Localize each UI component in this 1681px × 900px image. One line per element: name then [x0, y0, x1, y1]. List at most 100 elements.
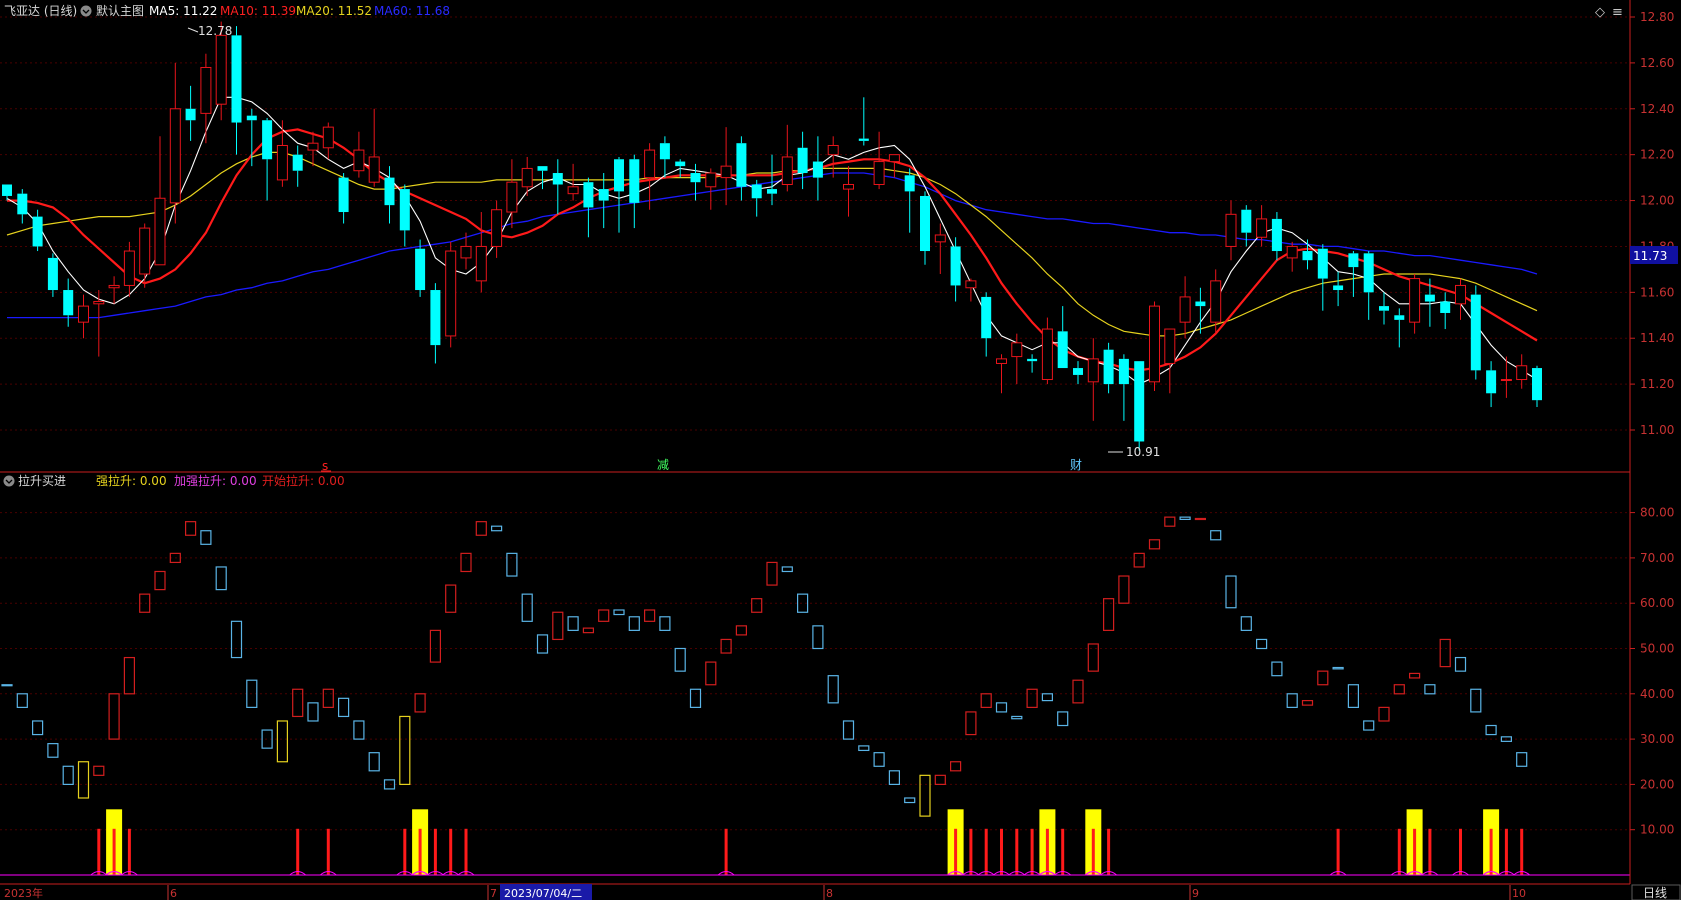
start-pull-spike — [969, 828, 973, 875]
period-button-label[interactable]: 日线 — [1643, 886, 1667, 900]
candle-body — [1516, 365, 1528, 381]
price-tick-label: 12.20 — [1640, 148, 1674, 162]
candle-body — [307, 142, 319, 151]
candle-body — [445, 250, 457, 337]
candle-body — [262, 120, 273, 160]
start-pull-spike — [1091, 828, 1095, 875]
candle-body — [873, 161, 885, 185]
candle-body — [215, 34, 227, 105]
candle-body — [384, 177, 395, 206]
indicator-name[interactable]: 拉升买进 — [18, 473, 66, 488]
candle-body — [675, 161, 686, 167]
candle-body — [399, 189, 410, 231]
candle-body — [767, 189, 777, 194]
candle-body — [1057, 331, 1068, 369]
candle[interactable] — [1134, 361, 1145, 451]
candle-body — [644, 149, 656, 179]
candle-body — [904, 175, 915, 192]
start-pull-spike — [464, 828, 468, 875]
candle-body — [1532, 368, 1542, 401]
start-pull-spike — [97, 828, 101, 875]
candle-body — [1149, 305, 1160, 383]
candle-body — [1302, 251, 1313, 261]
price-tick-label: 11.20 — [1640, 377, 1674, 391]
candle-body — [920, 195, 930, 252]
time-label-aug: 8 — [826, 887, 833, 900]
stock-chart-canvas: 12.8012.6012.4012.2012.0011.8011.6011.40… — [0, 0, 1681, 900]
candle-body — [1087, 358, 1099, 383]
candle-body — [47, 257, 58, 291]
event-marker-finance[interactable]: 财 — [1070, 458, 1082, 472]
start-pull-spike — [1504, 828, 1508, 875]
stock-title[interactable]: 飞亚达 (日线) — [4, 4, 77, 18]
menu-icon[interactable]: ≡ — [1612, 5, 1623, 20]
candle[interactable] — [445, 241, 457, 348]
candle-body — [353, 149, 365, 172]
candle-body — [506, 181, 518, 213]
candle-body — [797, 147, 808, 174]
candle-body — [720, 165, 732, 179]
diamond-icon[interactable]: ◇ — [1595, 5, 1605, 20]
candle-body — [108, 284, 120, 289]
candle-body — [460, 245, 472, 259]
candle-body — [614, 159, 624, 192]
candle-body — [17, 193, 28, 215]
candle-body — [1134, 361, 1145, 442]
candle-body — [827, 144, 839, 156]
candle-body — [2, 184, 12, 196]
candle-body — [537, 166, 548, 171]
indicator-dropdown-icon[interactable] — [3, 475, 15, 487]
candle-body — [1363, 253, 1374, 293]
candle[interactable] — [1470, 285, 1481, 380]
start-pull-spike — [1045, 828, 1049, 875]
candle-body — [1424, 294, 1435, 302]
price-tick-label: 12.40 — [1640, 102, 1674, 116]
candle-body — [843, 183, 854, 190]
indicator-tick-label: 10.00 — [1640, 823, 1674, 837]
start-pull-spike — [1397, 828, 1401, 875]
price-tick-label: 12.60 — [1640, 56, 1674, 70]
candle-body — [1286, 245, 1298, 259]
start-pull-spike — [1489, 828, 1493, 875]
candle-body — [276, 144, 288, 181]
candle-body — [430, 290, 441, 346]
candle-body — [1164, 328, 1176, 364]
dropdown-icon[interactable] — [80, 5, 92, 17]
indicator-tick-label: 70.00 — [1640, 551, 1674, 565]
candle-body — [1348, 253, 1359, 268]
candle-body — [246, 115, 257, 121]
candle-body — [812, 161, 823, 178]
candle-body — [154, 197, 166, 266]
candle-body — [292, 154, 303, 171]
candle-body — [200, 66, 212, 114]
candle-body — [736, 143, 747, 187]
ma60-label: MA60: 11.68 — [374, 4, 450, 18]
indicator-tick-label: 20.00 — [1640, 777, 1674, 791]
candle-body — [1440, 301, 1451, 313]
candle-body — [1011, 342, 1023, 358]
chart-template-name[interactable]: 默认主图 — [96, 3, 144, 18]
high-price-label: 12.78 — [198, 24, 232, 38]
low-price-label: 10.91 — [1126, 445, 1160, 459]
start-pull-spike — [296, 828, 300, 875]
candle-body — [169, 108, 181, 204]
start-pull-spike — [1336, 828, 1340, 875]
indicator-tick-label: 30.00 — [1640, 732, 1674, 746]
start-pull-spike — [1000, 828, 1003, 875]
ma5-label: MA5: 11.22 — [149, 4, 217, 18]
candle-body — [1256, 218, 1268, 238]
candle-body — [123, 250, 135, 286]
candle[interactable] — [1149, 301, 1160, 391]
candle-body — [690, 173, 701, 183]
candle-body — [1500, 379, 1512, 382]
indicator-box — [1, 684, 13, 687]
time-label-oct: 10 — [1512, 887, 1526, 900]
indicator-tick-label: 80.00 — [1640, 506, 1674, 520]
event-marker-reduce[interactable]: 减 — [657, 458, 669, 472]
candle-body — [552, 173, 563, 185]
candle-body — [338, 177, 349, 213]
price-tick-label: 12.00 — [1640, 194, 1674, 208]
ma10-label: MA10: 11.39 — [220, 4, 296, 18]
candle-body — [583, 182, 594, 208]
price-tick-label: 11.40 — [1640, 331, 1674, 345]
